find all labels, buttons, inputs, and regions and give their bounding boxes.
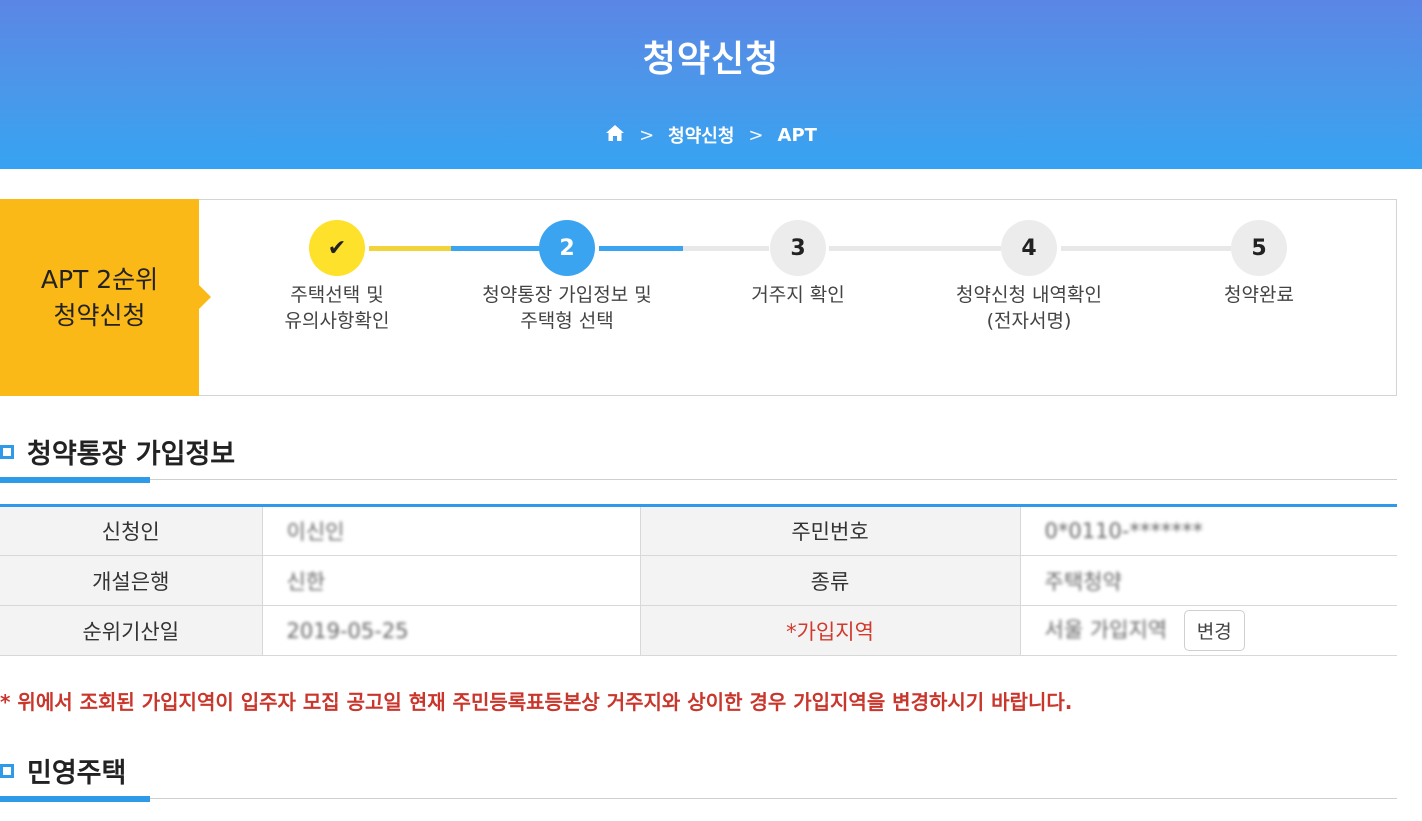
account-type-label: 종류 (639, 555, 1021, 606)
account-section-title: 청약통장 가입정보 (27, 439, 236, 470)
table-row: 개설은행 신한 종류 주택청약 (0, 555, 1397, 606)
required-mark: * (786, 619, 797, 644)
check-icon: ✔ (309, 220, 365, 276)
resident-number-label: 주민번호 (639, 505, 1021, 556)
table-row: 순위기산일 2019-05-25 *가입지역 서울 가입지역 변경 (0, 605, 1397, 656)
bank-label: 개설은행 (0, 555, 263, 606)
step-5: 5 청약완료 (1159, 220, 1359, 308)
step-progress: APT 2순위 청약신청 ✔ 주택선택 및 유의사항확인 2 청약통장 가입정보… (0, 199, 1397, 396)
step-2-label-line2: 주택형 선택 (520, 310, 614, 332)
step-5-label-line1: 청약완료 (1224, 284, 1294, 306)
table-row: 신청인 이신인 주민번호 0*0110-******* (0, 505, 1397, 556)
step-3: 3 거주지 확인 (698, 220, 898, 308)
step-3-label-line1: 거주지 확인 (751, 284, 845, 306)
region-notice: * 위에서 조회된 가입지역이 입주자 모집 공고일 현재 주민등록표등본상 거… (0, 690, 1073, 714)
step-2-label-line1: 청약통장 가입정보 및 (482, 284, 652, 306)
square-bullet-icon (0, 445, 14, 459)
step-3-number: 3 (770, 220, 826, 276)
steps-label: APT 2순위 청약신청 (0, 199, 211, 396)
page-header: 청약신청 > 청약신청 > APT (0, 0, 1422, 169)
private-section-header: 민영주택 (0, 751, 1397, 802)
region-label: *가입지역 (639, 605, 1021, 656)
step-4-number: 4 (1001, 220, 1057, 276)
change-region-button[interactable]: 변경 (1183, 610, 1245, 651)
step-5-number: 5 (1231, 220, 1287, 276)
breadcrumb-item-apply[interactable]: 청약신청 (668, 122, 734, 148)
step-1-label-line2: 유의사항확인 (284, 310, 390, 332)
private-section-title: 민영주택 (27, 758, 127, 789)
resident-number-value: 0*0110-******* (1020, 505, 1397, 556)
page-title: 청약신청 (642, 39, 780, 80)
step-2: 2 청약통장 가입정보 및 주택형 선택 (467, 220, 667, 334)
steps-label-line1: APT 2순위 (40, 264, 159, 294)
applicant-value: 이신인 (262, 505, 640, 556)
chevron-right-icon: > (639, 124, 655, 146)
section-underline (0, 477, 150, 483)
breadcrumb-item-apt[interactable]: APT (778, 125, 817, 146)
step-4: 4 청약신청 내역확인 (전자서명) (929, 220, 1129, 334)
breadcrumb: > 청약신청 > APT (0, 122, 1422, 148)
step-4-label-line1: 청약신청 내역확인 (956, 284, 1102, 306)
bank-value: 신한 (262, 555, 640, 606)
applicant-label: 신청인 (0, 505, 263, 556)
account-info-table: 신청인 이신인 주민번호 0*0110-******* 개설은행 신한 종류 주… (0, 504, 1397, 656)
step-2-number: 2 (539, 220, 595, 276)
chevron-right-icon: > (748, 124, 764, 146)
account-section-header: 청약통장 가입정보 (0, 432, 1397, 483)
account-type-value: 주택청약 (1020, 555, 1397, 606)
step-1-label-line1: 주택선택 및 (290, 284, 384, 306)
home-icon[interactable] (605, 124, 625, 147)
section-underline (0, 796, 150, 802)
step-1: ✔ 주택선택 및 유의사항확인 (237, 220, 437, 334)
step-4-label-line2: (전자서명) (986, 310, 1072, 332)
rank-start-date-value: 2019-05-25 (262, 605, 640, 656)
square-bullet-icon (0, 764, 14, 778)
rank-start-date-label: 순위기산일 (0, 605, 263, 656)
steps-label-line2: 청약신청 (53, 300, 146, 330)
region-value: 서울 가입지역 변경 (1020, 605, 1397, 656)
